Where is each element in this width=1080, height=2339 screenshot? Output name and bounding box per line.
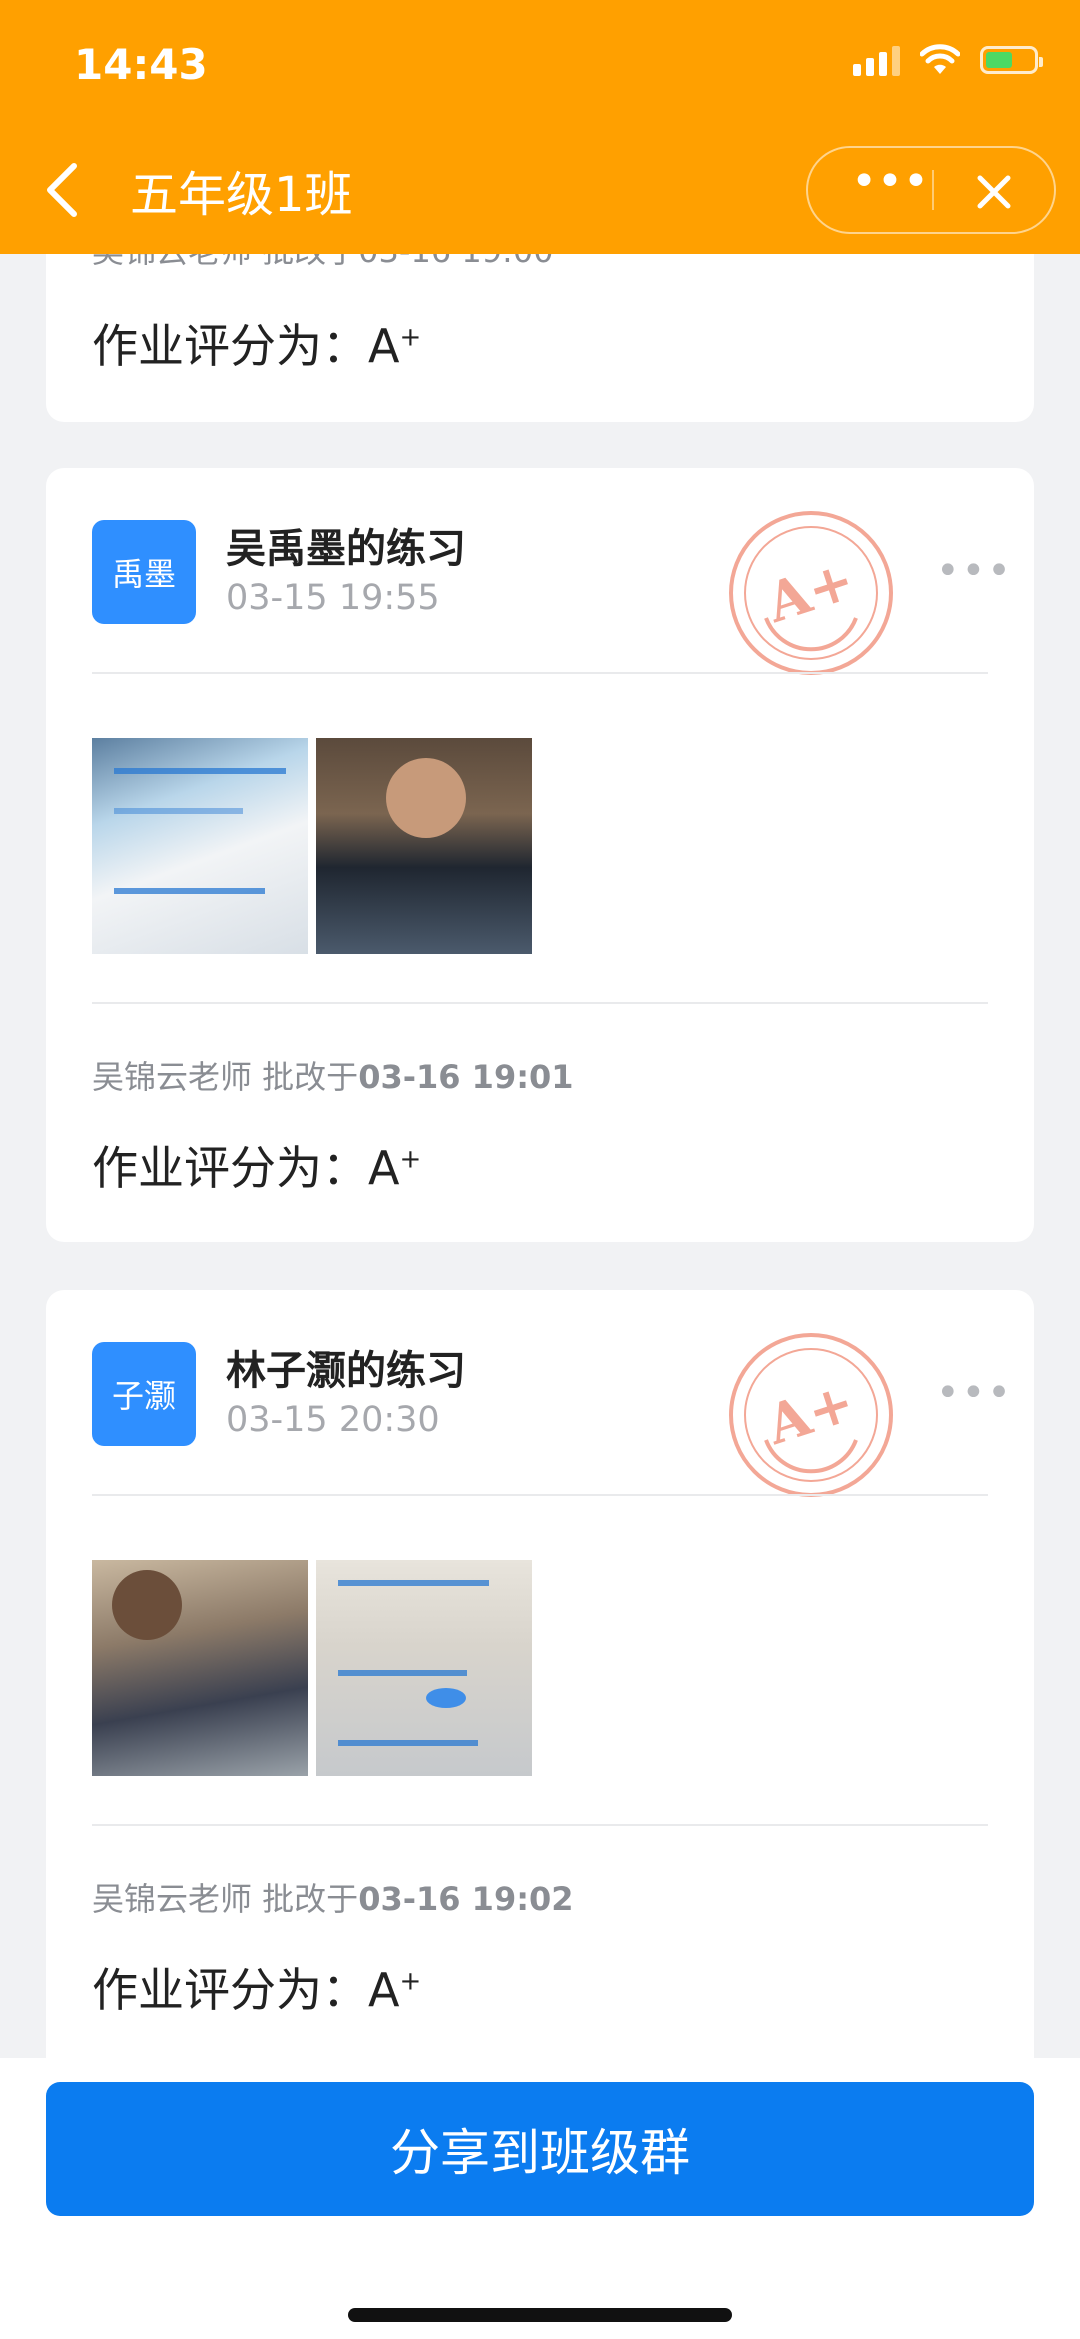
- more-options-icon[interactable]: •••: [936, 548, 1013, 594]
- status-time: 14:43: [74, 40, 208, 89]
- photo-list: [92, 738, 532, 954]
- top-header: 14:43 五年级1班 •••: [0, 0, 1080, 254]
- submission-card[interactable]: 子灏 林子灏的练习 03-15 20:30 A+ ••• 吴锦云老师 批改于03…: [46, 1290, 1034, 2090]
- more-dots-icon[interactable]: •••: [850, 160, 930, 218]
- signal-icon: [853, 44, 900, 76]
- homework-photo[interactable]: [92, 738, 308, 954]
- grade-stamp-icon: A+: [729, 1333, 893, 1497]
- homework-photo[interactable]: [316, 738, 532, 954]
- grade-line: 作业评分为：A+: [92, 319, 422, 373]
- review-info: 吴锦云老师 批改于03-16 19:01: [92, 1058, 574, 1096]
- student-avatar: 子灏: [92, 1342, 196, 1446]
- svg-text:A+: A+: [758, 547, 862, 635]
- submission-title[interactable]: 林子灏的练习: [226, 1338, 466, 1396]
- capsule-divider: [932, 170, 934, 210]
- bottom-action-bar: 分享到班级群: [0, 2058, 1080, 2339]
- submission-time: 03-15 19:55: [226, 578, 440, 618]
- share-to-class-group-button[interactable]: 分享到班级群: [46, 2082, 1034, 2216]
- submission-title[interactable]: 吴禹墨的练习: [226, 516, 466, 574]
- review-info: 吴锦云老师 批改于03-16 19:02: [92, 1880, 574, 1918]
- mini-program-capsule: •••: [806, 146, 1056, 234]
- more-options-icon[interactable]: •••: [936, 1370, 1013, 1416]
- grade-line: 作业评分为：A+: [92, 1963, 422, 2017]
- submission-card[interactable]: 禹墨 吴禹墨的练习 03-15 19:55 A+ ••• 吴锦云老师 批改于03…: [46, 468, 1034, 1242]
- divider: [92, 1494, 988, 1496]
- wifi-icon: [920, 44, 960, 74]
- divider: [92, 672, 988, 674]
- grade-line: 作业评分为：A+: [92, 1141, 422, 1195]
- submission-time: 03-15 20:30: [226, 1400, 440, 1440]
- home-indicator: [348, 2308, 732, 2322]
- homework-photo[interactable]: [92, 1560, 308, 1776]
- divider: [92, 1002, 988, 1004]
- photo-list: [92, 1560, 532, 1776]
- grade-stamp-icon: A+: [729, 511, 893, 675]
- close-icon[interactable]: [970, 168, 1018, 216]
- status-icons: [853, 44, 1043, 76]
- divider: [92, 1824, 988, 1826]
- back-chevron-icon[interactable]: [40, 160, 86, 220]
- svg-text:A+: A+: [758, 1369, 862, 1457]
- homework-photo[interactable]: [316, 1560, 532, 1776]
- page-title: 五年级1班: [130, 167, 353, 223]
- student-avatar: 禹墨: [92, 520, 196, 624]
- battery-icon: [980, 46, 1043, 74]
